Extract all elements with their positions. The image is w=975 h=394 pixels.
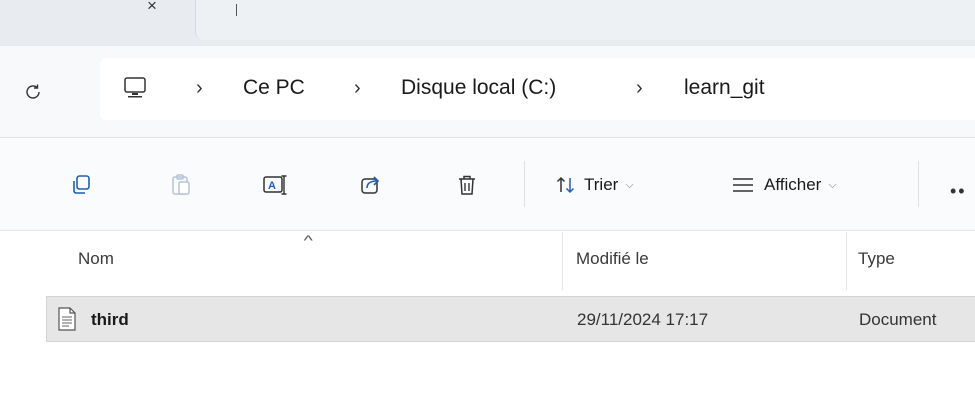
- column-header-modified[interactable]: Modifié le: [576, 249, 649, 269]
- column-divider[interactable]: [846, 232, 847, 290]
- address-bar[interactable]: › Ce PC › Disque local (C:) › learn_git: [100, 58, 975, 120]
- rename-icon: A: [263, 175, 287, 195]
- command-bar: A Trier ⌵ Afficher ⌵ ••: [0, 139, 975, 231]
- svg-text:A: A: [268, 180, 276, 192]
- sort-icon: [556, 176, 575, 194]
- paste-icon: [172, 174, 190, 195]
- sort-button[interactable]: Trier ⌵: [555, 171, 634, 199]
- tab-strip: ×: [0, 0, 975, 46]
- file-modified-date: 29/11/2024 17:17: [577, 310, 709, 329]
- breadcrumb-separator: ›: [636, 77, 643, 99]
- breadcrumb-separator: ›: [196, 77, 203, 99]
- column-header-row: ^ Nom Modifié le Type: [0, 232, 975, 292]
- delete-button[interactable]: [454, 172, 480, 198]
- column-divider[interactable]: [562, 232, 563, 290]
- breadcrumb-ce-pc[interactable]: Ce PC: [243, 76, 305, 100]
- sort-ascending-icon: ^: [303, 232, 313, 248]
- new-tab-area[interactable]: [195, 0, 975, 40]
- tab-close-button[interactable]: ×: [140, 0, 164, 16]
- column-header-type[interactable]: Type: [858, 249, 895, 269]
- view-button[interactable]: Afficher ⌵: [731, 171, 837, 199]
- new-tab-icon[interactable]: [236, 4, 237, 16]
- share-icon: [361, 176, 380, 194]
- breadcrumb-disque-local[interactable]: Disque local (C:): [401, 76, 556, 100]
- file-explorer-window: × › Ce PC › Disque local (C:) › learn_gi…: [0, 0, 975, 394]
- command-divider: [918, 161, 919, 207]
- view-icon: [733, 178, 753, 192]
- share-button[interactable]: [358, 172, 384, 198]
- column-header-name[interactable]: Nom: [78, 249, 114, 269]
- close-icon: ×: [147, 0, 157, 15]
- address-row: › Ce PC › Disque local (C:) › learn_git: [0, 46, 975, 138]
- breadcrumb-separator: ›: [354, 77, 361, 99]
- rename-button[interactable]: A: [262, 172, 288, 198]
- refresh-button[interactable]: [22, 81, 44, 103]
- text-file-icon: [58, 307, 76, 331]
- command-divider: [524, 161, 525, 207]
- breadcrumb-learn-git[interactable]: learn_git: [684, 76, 765, 100]
- file-row-selected[interactable]: third 29/11/2024 17:17 Document: [46, 296, 975, 342]
- refresh-icon: [26, 84, 40, 99]
- view-label: Afficher: [764, 175, 822, 194]
- computer-icon: [124, 77, 146, 98]
- chevron-down-icon: ⌵: [828, 178, 837, 191]
- copy-icon: [73, 175, 90, 194]
- sort-label: Trier: [584, 175, 619, 194]
- chevron-down-icon: ⌵: [625, 178, 634, 191]
- copy-button[interactable]: [68, 172, 94, 198]
- file-type: Document: [859, 310, 937, 329]
- paste-button[interactable]: [168, 172, 194, 198]
- more-options-icon[interactable]: ••: [950, 181, 967, 202]
- delete-icon: [459, 175, 475, 195]
- file-name: third: [91, 310, 129, 329]
